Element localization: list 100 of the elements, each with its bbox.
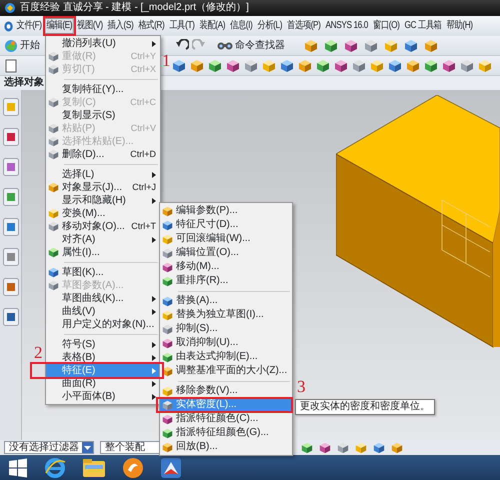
menu-item[interactable]: 撤消列表(U) <box>46 37 160 50</box>
cube-icon[interactable] <box>301 442 313 454</box>
menu-item[interactable]: 对象显示(J)... Ctrl+J <box>46 181 160 194</box>
cube-icon[interactable] <box>208 58 222 72</box>
menu-item[interactable]: 草图(K)... <box>46 266 160 279</box>
cube-icon <box>162 206 173 216</box>
cube-icon[interactable] <box>172 58 186 72</box>
cube-icon[interactable] <box>344 38 358 52</box>
cube-icon[interactable] <box>337 442 349 454</box>
menu-item[interactable]: 复制特征(Y)... <box>46 83 160 96</box>
cube-icon <box>162 276 173 286</box>
panel-tab-icon[interactable] <box>2 248 18 266</box>
panel-tab-icon[interactable] <box>2 188 18 206</box>
app-icon[interactable] <box>160 456 182 478</box>
cube-icon[interactable] <box>442 58 456 72</box>
highlight-frame <box>42 16 76 36</box>
browser-icon[interactable] <box>44 456 66 478</box>
folder-icon[interactable] <box>82 458 106 478</box>
step-number: 1 <box>162 52 170 69</box>
cube-icon[interactable] <box>373 442 385 454</box>
file-icon <box>4 20 14 32</box>
menu-item[interactable]: 移动对象(O)... Ctrl+T <box>46 220 160 233</box>
cube-icon[interactable] <box>388 58 402 72</box>
cube-icon[interactable] <box>226 58 240 72</box>
panel-tab-icon[interactable] <box>2 218 18 236</box>
cube-icon <box>162 234 173 244</box>
menu-bar-item[interactable]: ANSYS 16.0 <box>324 18 370 34</box>
menu-item[interactable]: 回放(B)... <box>160 440 292 454</box>
windows-logo-icon[interactable] <box>8 458 28 478</box>
menu-item[interactable]: 移除参数(V)... <box>160 384 292 398</box>
cube-icon[interactable] <box>424 58 438 72</box>
menu-item[interactable]: 删除(D)... Ctrl+D <box>46 148 160 161</box>
cube-icon[interactable] <box>244 58 258 72</box>
menu-item[interactable]: 替换(A)... <box>160 294 292 308</box>
menu-bar-item[interactable]: 格式(R) <box>136 18 166 34</box>
menu-bar-item[interactable]: 窗口(O) <box>371 18 402 34</box>
menu-item[interactable]: 替换为独立草图(I)... <box>160 308 292 322</box>
menu-item[interactable]: 重排序(R)... <box>160 274 292 288</box>
filter-dropdown[interactable]: 没有选择过滤器 <box>4 441 94 454</box>
cube-icon <box>162 220 173 230</box>
menu-item[interactable]: 变换(M)... <box>46 207 160 220</box>
menu-item[interactable]: 复制显示(S) <box>46 109 160 122</box>
menu-bar-item[interactable]: 分析(L) <box>256 18 284 34</box>
menu-item[interactable]: 取消抑制(U)... <box>160 336 292 350</box>
cube-icon[interactable] <box>352 58 366 72</box>
undo-icon[interactable] <box>175 38 189 52</box>
menu-item[interactable]: 可回滚编辑(W)... <box>160 232 292 246</box>
binoculars-icon[interactable] <box>217 40 233 52</box>
menu-bar-item[interactable]: 首选项(P) <box>285 18 322 34</box>
command-finder-button[interactable]: 命令查找器 <box>235 40 285 52</box>
cube-icon[interactable] <box>460 58 474 72</box>
menu-item[interactable]: 用户定义的对象(N)... <box>46 318 160 331</box>
cube-icon[interactable] <box>391 442 403 454</box>
page-icon[interactable] <box>4 58 18 72</box>
cube-icon[interactable] <box>304 38 318 52</box>
cube-icon[interactable] <box>316 58 330 72</box>
menu-bar-item[interactable]: 帮助(H) <box>444 18 474 34</box>
cube-icon[interactable] <box>280 58 294 72</box>
menu-item[interactable]: 编辑参数(P)... <box>160 204 292 218</box>
menu-item[interactable]: 抑制(S)... <box>160 322 292 336</box>
menu-bar-item[interactable]: 视图(V) <box>75 18 104 34</box>
step-number: 2 <box>34 344 42 361</box>
menu-bar-item[interactable]: 信息(I) <box>228 18 254 34</box>
menu-bar-item[interactable]: 编辑(E) <box>44 18 74 34</box>
cube-icon <box>162 338 173 348</box>
cube-icon[interactable] <box>364 38 378 52</box>
cube-icon[interactable] <box>406 58 420 72</box>
cube-icon[interactable] <box>424 38 438 52</box>
menu-bar-item[interactable]: GC 工具箱 <box>402 18 444 34</box>
menu-item[interactable]: 指派特征组颜色(G)... <box>160 426 292 440</box>
menu-bar-item[interactable]: 工具(T) <box>168 18 196 34</box>
cube-icon <box>162 400 173 410</box>
cube-icon[interactable] <box>324 38 338 52</box>
step-number: 3 <box>297 378 306 395</box>
panel-tab-icon[interactable] <box>2 308 18 326</box>
menu-bar-item[interactable]: 文件(F) <box>14 18 44 34</box>
menu-item[interactable]: 选择(L) <box>46 168 160 181</box>
cube-icon[interactable] <box>334 58 348 72</box>
cube-icon[interactable] <box>404 38 418 52</box>
app-icon[interactable] <box>122 456 144 478</box>
panel-tab-icon[interactable] <box>2 158 18 176</box>
menu-item[interactable]: 指派特征颜色(C)... <box>160 412 292 426</box>
globe-icon[interactable] <box>4 38 18 52</box>
cube-icon[interactable] <box>298 58 312 72</box>
menu-item[interactable]: 移动(M)... <box>160 260 292 274</box>
scope-dropdown[interactable]: 整个装配 <box>100 441 160 454</box>
start-button[interactable]: 开始 <box>20 40 40 52</box>
panel-tab-icon[interactable] <box>2 128 18 146</box>
cube-icon[interactable] <box>190 58 204 72</box>
menu-item[interactable]: 由表达式抑制(E)... <box>160 350 292 364</box>
menu-bar-item[interactable]: 插入(S) <box>106 18 135 34</box>
cube-icon <box>162 262 173 272</box>
menu-bar-item[interactable]: 装配(A) <box>198 18 227 34</box>
tooltip: 更改实体的密度和密度单位。 <box>295 399 435 415</box>
panel-tab-icon[interactable] <box>2 278 18 296</box>
cube-icon <box>162 310 173 320</box>
menu-item[interactable]: 特征尺寸(D)... <box>160 218 292 232</box>
cube-icon[interactable] <box>319 442 331 454</box>
menu-item[interactable]: 编辑位置(O)... <box>160 246 292 260</box>
menu-item[interactable]: 属性(I)... <box>46 246 160 259</box>
